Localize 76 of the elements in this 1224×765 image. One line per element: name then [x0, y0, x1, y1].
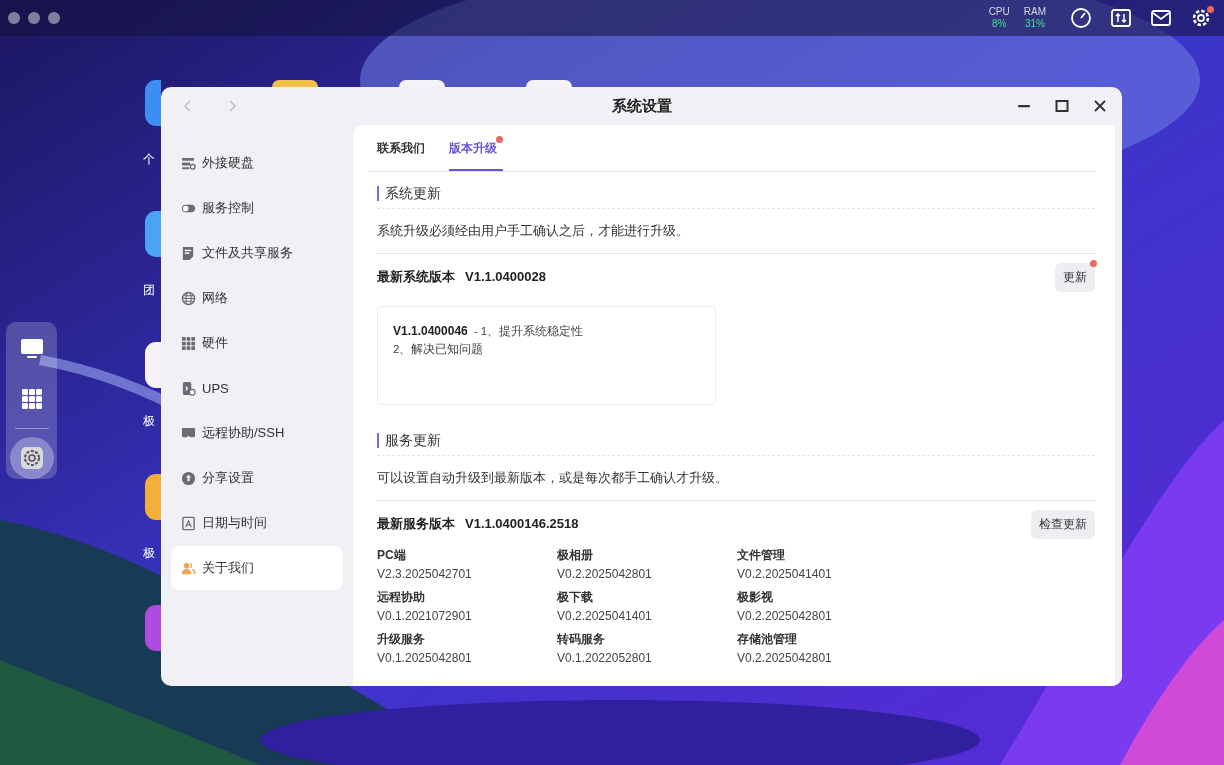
- service-version: V0.2.2025042801: [557, 566, 653, 583]
- window-title: 系统设置: [611, 96, 672, 116]
- update-button[interactable]: 更新: [1055, 262, 1095, 292]
- service-version: V0.2.2025041401: [737, 566, 833, 583]
- service-version: V2.3.2025042701: [377, 566, 473, 583]
- close-icon[interactable]: [1092, 98, 1108, 114]
- document-icon: [181, 245, 196, 261]
- app-icon[interactable]: [399, 80, 445, 87]
- settings-icon[interactable]: [1190, 7, 1212, 29]
- window-dot[interactable]: [28, 12, 40, 24]
- section-title: 服务更新: [377, 433, 1095, 448]
- gauge-icon[interactable]: [1070, 7, 1092, 29]
- app-label: 个: [143, 151, 155, 168]
- grid-icon: [181, 335, 196, 351]
- latest-version: 最新服务版本 V1.1.0400146.2518: [377, 515, 579, 533]
- globe-icon: [181, 290, 196, 306]
- service-version: V0.2.2025041401: [557, 608, 653, 625]
- sidebar-item[interactable]: 远程协助/SSH: [171, 411, 343, 455]
- service-name: PC端: [377, 547, 407, 564]
- sidebar-item[interactable]: 服务控制: [171, 186, 343, 230]
- maximize-icon[interactable]: [1054, 98, 1070, 114]
- app-label: 极: [143, 413, 155, 430]
- service-name: 存储池管理: [737, 631, 798, 648]
- app-icon[interactable]: [526, 80, 572, 87]
- share-icon: [181, 470, 196, 486]
- window-dot[interactable]: [48, 12, 60, 24]
- stat-value: 31%: [1024, 18, 1045, 30]
- service-name: 极下载: [557, 589, 594, 606]
- tab[interactable]: 联系我们: [377, 134, 425, 171]
- app-label: 团: [143, 282, 155, 299]
- sidebar-item[interactable]: 关于我们: [171, 546, 343, 590]
- section-description: 系统升级必须经由用户手工确认之后，才能进行升级。: [377, 209, 1095, 254]
- release-note: 2、解决已知问题: [393, 343, 484, 355]
- service-version: V0.1.2025042801: [377, 650, 473, 667]
- window-dot[interactable]: [8, 12, 20, 24]
- transfer-icon[interactable]: [1110, 7, 1132, 29]
- sidebar-item[interactable]: 外接硬盘: [171, 141, 343, 185]
- latest-version: 最新系统版本 V1.1.0400028: [377, 268, 546, 286]
- app-icon[interactable]: [145, 342, 161, 388]
- section-description: 可以设置自动升级到最新版本，或是每次都手工确认才升级。: [377, 456, 1095, 501]
- app-label: 极: [143, 545, 155, 562]
- stat-label: CPU: [988, 6, 1010, 18]
- dock-button[interactable]: [9, 437, 54, 479]
- people-icon: [181, 560, 196, 576]
- disk-icon: [181, 155, 196, 171]
- sidebar-item[interactable]: 分享设置: [171, 456, 343, 500]
- service-name: 极影视: [737, 589, 774, 606]
- app-icon[interactable]: [145, 474, 161, 520]
- mail-icon[interactable]: [1150, 7, 1172, 29]
- sidebar-item[interactable]: 硬件: [171, 321, 343, 365]
- section-title: 系统更新: [377, 186, 1095, 201]
- service-name: 转码服务: [557, 631, 606, 648]
- service-name: 远程协助: [377, 589, 426, 606]
- service-version: V0.1.2022052801: [557, 650, 653, 667]
- stat-value: 8%: [991, 18, 1007, 30]
- app-icon[interactable]: [272, 80, 318, 87]
- stat-label: RAM: [1023, 6, 1046, 18]
- app-icon[interactable]: [145, 211, 161, 257]
- service-name: 文件管理: [737, 547, 786, 564]
- sidebar-item[interactable]: 网络: [171, 276, 343, 320]
- release-note: - 1、提升系统稳定性: [473, 325, 584, 337]
- sidebar-item[interactable]: UPS: [171, 366, 343, 410]
- service-name: 极相册: [557, 547, 594, 564]
- release-version: V1.1.0400046: [393, 324, 468, 338]
- app-icon[interactable]: [145, 80, 161, 126]
- service-version: V0.1.2021072901: [377, 608, 473, 625]
- sidebar-item[interactable]: 日期与时间: [171, 501, 343, 545]
- service-version: V0.2.2025042801: [737, 650, 833, 667]
- service-version: V0.2.2025042801: [737, 608, 833, 625]
- monitor-icon: [181, 425, 196, 441]
- update-button[interactable]: 检查更新: [1031, 509, 1095, 539]
- service-name: 升级服务: [377, 631, 426, 648]
- ups-icon: [181, 380, 196, 396]
- sidebar-item[interactable]: 文件及共享服务: [171, 231, 343, 275]
- tab[interactable]: 版本升级: [449, 134, 503, 171]
- calendar-icon: [181, 515, 196, 531]
